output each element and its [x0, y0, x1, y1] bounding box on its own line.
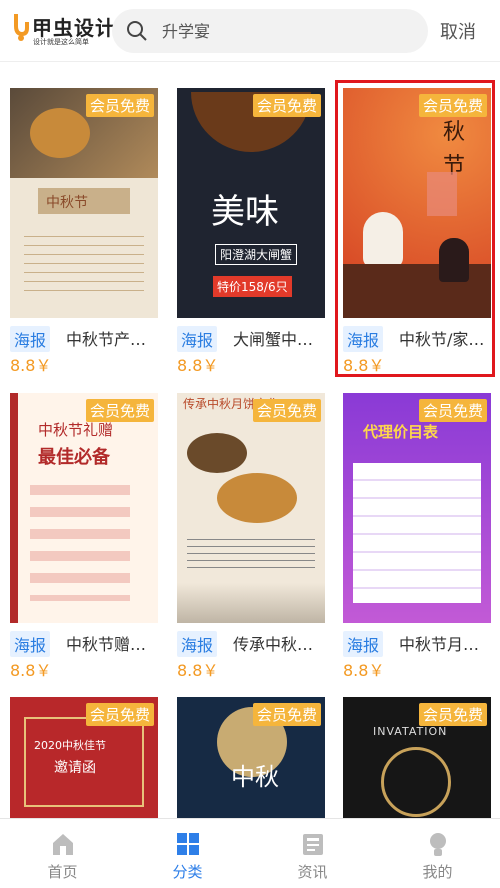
nav-news[interactable]: 资讯: [250, 819, 375, 888]
member-free-badge: 会员免费: [252, 94, 321, 117]
cancel-button[interactable]: 取消: [440, 18, 476, 44]
nav-category-label: 分类: [172, 863, 203, 881]
member-free-badge: 会员免费: [418, 703, 487, 726]
news-icon: [303, 834, 323, 855]
template-price: 8.8￥: [177, 661, 219, 680]
template-title: 中秋节产品促销: [66, 330, 158, 349]
template-thumbnail[interactable]: 中秋节礼赠 最佳必备 会员免费: [10, 393, 158, 623]
thumbnail-title: 中秋节礼赠: [38, 421, 114, 439]
thumbnail-title: 中秋节: [46, 195, 88, 211]
category-tag: 海报: [177, 326, 218, 352]
category-tag: 海报: [343, 631, 384, 657]
logo-mark-icon: [14, 14, 29, 41]
search-bar[interactable]: [112, 9, 428, 53]
template-thumbnail[interactable]: 传承中秋月饼文化 会员免费: [177, 393, 325, 623]
thumbnail-subtitle: 邀请函: [54, 760, 96, 776]
thumbnail-subtitle: 阳澄湖大闸蟹: [215, 244, 298, 265]
search-input[interactable]: [162, 9, 412, 53]
template-card[interactable]: 传承中秋月饼文化 会员免费 海报 传承中秋月饼文化 8.8￥: [177, 393, 325, 680]
category-tag: 海报: [10, 631, 51, 657]
profile-icon: [430, 833, 446, 856]
template-price: 8.8￥: [10, 661, 52, 680]
category-tag: 海报: [177, 631, 218, 657]
template-card[interactable]: 2020中秋佳节 邀请函 会员免费: [10, 697, 158, 818]
template-card[interactable]: 代理价目表 会员免费 海报 中秋节月饼价目表 8.8￥: [343, 393, 491, 680]
member-free-badge: 会员免费: [85, 94, 154, 117]
member-free-badge: 会员免费: [252, 703, 321, 726]
template-card[interactable]: 中秋 会员免费: [177, 697, 325, 818]
nav-profile-label: 我的: [422, 863, 453, 881]
logo[interactable]: 甲虫设计 设计就是这么简单: [12, 10, 115, 50]
template-thumbnail[interactable]: 中秋 会员免费: [177, 697, 325, 818]
thumbnail-title: 代理价目表: [363, 423, 439, 441]
template-thumbnail[interactable]: 中秋节 会员免费: [10, 88, 158, 318]
member-free-badge: 会员免费: [85, 703, 154, 726]
selection-highlight: [335, 80, 495, 377]
template-price: 8.8￥: [177, 356, 219, 375]
template-thumbnail[interactable]: 2020中秋佳节 邀请函 会员免费: [10, 697, 158, 818]
logo-tagline: 设计就是这么简单: [33, 38, 89, 46]
member-free-badge: 会员免费: [85, 399, 154, 422]
template-card[interactable]: INVATATION 会员免费: [343, 697, 491, 818]
template-price: 8.8￥: [10, 356, 52, 375]
template-title: 大闸蟹中秋促销: [233, 330, 325, 349]
template-card[interactable]: 美味 阳澄湖大闸蟹 特价158/6只 会员免费 海报 大闸蟹中秋促销 8.8￥: [177, 88, 325, 375]
thumbnail-price: 特价158/6只: [213, 276, 292, 297]
bottom-nav: 首页 分类 资讯 我的: [0, 818, 500, 888]
template-thumbnail[interactable]: INVATATION 会员免费: [343, 697, 491, 818]
thumbnail-title: 中秋: [231, 763, 279, 791]
nav-news-label: 资讯: [297, 863, 328, 881]
header: 甲虫设计 设计就是这么简单 取消: [0, 0, 500, 62]
thumbnail-title: 2020中秋佳节: [34, 739, 106, 752]
template-title: 中秋节赠礼必备: [66, 635, 158, 654]
thumbnail-title: INVATATION: [373, 725, 448, 738]
thumbnail-subtitle: 最佳必备: [38, 447, 110, 468]
template-thumbnail[interactable]: 美味 阳澄湖大闸蟹 特价158/6只 会员免费: [177, 88, 325, 318]
member-free-badge: 会员免费: [418, 399, 487, 422]
search-icon: [127, 21, 147, 41]
nav-home-label: 首页: [47, 863, 78, 881]
category-tag: 海报: [10, 326, 51, 352]
thumbnail-title: 美味: [211, 192, 279, 232]
template-title: 中秋节月饼价目表: [399, 635, 491, 654]
nav-profile[interactable]: 我的: [375, 819, 500, 888]
nav-category[interactable]: 分类: [125, 819, 250, 888]
template-thumbnail[interactable]: 代理价目表 会员免费: [343, 393, 491, 623]
template-card[interactable]: 中秋节礼赠 最佳必备 会员免费 海报 中秋节赠礼必备 8.8￥: [10, 393, 158, 680]
grid-icon: [177, 833, 199, 855]
template-title: 传承中秋月饼文化: [233, 635, 325, 654]
home-icon: [53, 834, 73, 855]
template-card[interactable]: 中秋节 会员免费 海报 中秋节产品促销 8.8￥: [10, 88, 158, 375]
template-price: 8.8￥: [343, 661, 385, 680]
nav-home[interactable]: 首页: [0, 819, 125, 888]
member-free-badge: 会员免费: [252, 399, 321, 422]
